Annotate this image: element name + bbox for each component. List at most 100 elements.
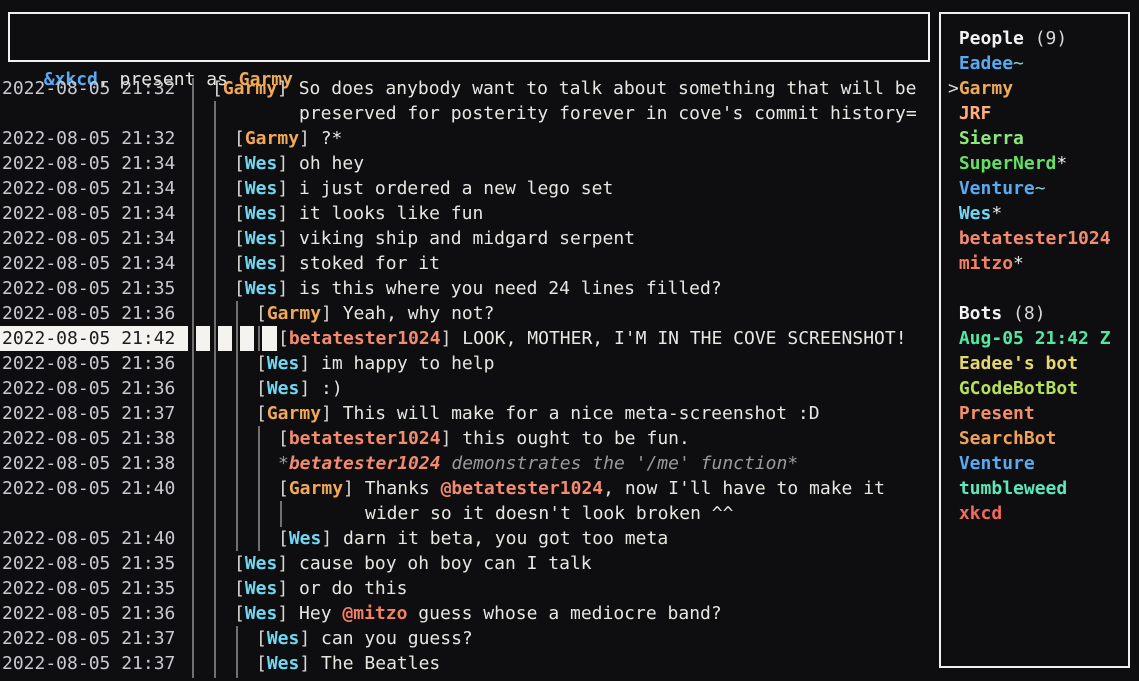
nick[interactable]: Garmy xyxy=(245,128,299,149)
message[interactable]: [Wes] cause boy oh boy can I talk xyxy=(234,551,592,576)
nick[interactable]: Wes xyxy=(245,203,278,224)
nick[interactable]: Garmy xyxy=(289,478,343,499)
message[interactable]: [Wes] i just ordered a new lego set xyxy=(234,176,613,201)
message-timestamp: 2022-08-05 21:32 xyxy=(2,126,175,151)
cove-chat-app: { "header": { "channel": "&xkcd", "text"… xyxy=(0,0,1139,681)
message[interactable]: [Garmy] So does anybody want to talk abo… xyxy=(212,76,916,101)
presence-banner: &xkcd, present as Garmy xyxy=(8,12,930,62)
message[interactable]: [Wes] or do this xyxy=(234,576,407,601)
current-user-marker: > xyxy=(948,78,959,99)
person-list-item[interactable]: JRF xyxy=(948,101,1128,126)
bot-list-item[interactable]: SearchBot xyxy=(948,426,1128,451)
message[interactable]: [Wes] :) xyxy=(256,376,343,401)
message-text: darn it beta, you got too meta xyxy=(343,528,668,549)
message-text: wider so it doesn't look broken ^^ xyxy=(365,503,733,524)
nick[interactable]: Garmy xyxy=(267,303,321,324)
nick[interactable]: betatester1024 xyxy=(289,453,441,474)
nick[interactable]: Wes xyxy=(245,603,278,624)
person-name: Sierra xyxy=(959,128,1024,149)
message-text: this ought to be fun. xyxy=(462,428,690,449)
person-list-item[interactable]: Sierra xyxy=(948,126,1128,151)
nick-bracket: [ xyxy=(256,628,267,649)
nick-bracket: [ xyxy=(278,528,289,549)
message-text: oh hey xyxy=(299,153,364,174)
mention[interactable]: @mitzo xyxy=(342,603,407,624)
nick-bracket: ] xyxy=(299,353,321,374)
bot-list-item[interactable]: GCodeBotBot xyxy=(948,376,1128,401)
message[interactable]: [Garmy] Thanks @betatester1024, now I'll… xyxy=(278,476,885,501)
message[interactable]: [Wes] viking ship and midgard serpent xyxy=(234,226,635,251)
message-timestamp: 2022-08-05 21:37 xyxy=(2,651,175,676)
nick[interactable]: betatester1024 xyxy=(289,428,441,449)
thread-guide-line xyxy=(258,426,260,551)
nick[interactable]: Garmy xyxy=(267,403,321,424)
highlight-block xyxy=(240,326,254,351)
person-name: mitzo xyxy=(959,253,1013,274)
message[interactable]: [betatester1024] this ought to be fun. xyxy=(278,426,690,451)
person-list-item[interactable]: SuperNerd* xyxy=(948,151,1128,176)
message[interactable]: [Wes] it looks like fun xyxy=(234,201,483,226)
message-text: So does anybody want to talk about somet… xyxy=(299,78,917,99)
gutter-line xyxy=(192,78,194,678)
nick[interactable]: Wes xyxy=(245,553,278,574)
message[interactable]: *betatester1024 demonstrates the '/me' f… xyxy=(278,451,798,476)
presence-suffix: * xyxy=(991,203,1002,224)
bots-header: Bots (8) xyxy=(948,301,1128,326)
list-item-prefix xyxy=(948,503,959,524)
message-text: cause boy oh boy can I talk xyxy=(299,553,592,574)
bot-list-item[interactable]: Aug-05 21:42 Z xyxy=(948,326,1128,351)
nick[interactable]: Garmy xyxy=(223,78,277,99)
message-timestamp: 2022-08-05 21:36 xyxy=(2,601,175,626)
message[interactable]: [Wes] is this where you need 24 lines fi… xyxy=(234,276,722,301)
message[interactable]: [Wes] stoked for it xyxy=(234,251,440,276)
message-wrap-line[interactable]: preserved for posterity forever in cove'… xyxy=(299,101,917,126)
nick[interactable]: Wes xyxy=(245,578,278,599)
bot-list-item[interactable]: Eadee's bot xyxy=(948,351,1128,376)
person-list-item[interactable]: Wes* xyxy=(948,201,1128,226)
nick[interactable]: Wes xyxy=(245,253,278,274)
nick[interactable]: betatester1024 xyxy=(289,328,441,349)
nick-bracket: [ xyxy=(234,278,245,299)
message-wrap-line[interactable]: wider so it doesn't look broken ^^ xyxy=(365,501,733,526)
message-timestamp: 2022-08-05 21:40 xyxy=(2,476,175,501)
highlight-block xyxy=(196,326,210,351)
person-name: SuperNerd xyxy=(959,153,1057,174)
message[interactable]: [Garmy] This will make for a nice meta-s… xyxy=(256,401,820,426)
message[interactable]: [Wes] The Beatles xyxy=(256,651,440,676)
message[interactable]: [Wes] can you guess? xyxy=(256,626,473,651)
bot-list-item[interactable]: Present xyxy=(948,401,1128,426)
message[interactable]: [Wes] oh hey xyxy=(234,151,364,176)
nick[interactable]: Wes xyxy=(267,653,300,674)
bot-name: Eadee's bot xyxy=(959,353,1078,374)
nick[interactable]: Wes xyxy=(245,228,278,249)
message-text: Hey xyxy=(299,603,342,624)
nick[interactable]: Wes xyxy=(289,528,322,549)
message-text: demonstrates the '/me' function* xyxy=(441,453,799,474)
message[interactable]: [Garmy] Yeah, why not? xyxy=(256,301,494,326)
nick[interactable]: Wes xyxy=(245,178,278,199)
person-list-item[interactable]: >Garmy xyxy=(948,76,1128,101)
nick[interactable]: Wes xyxy=(267,628,300,649)
message[interactable]: [Wes] im happy to help xyxy=(256,351,494,376)
message[interactable]: [Garmy] ?* xyxy=(234,126,342,151)
nick[interactable]: Wes xyxy=(267,353,300,374)
person-name: Venture xyxy=(959,178,1035,199)
person-list-item[interactable]: Eadee~ xyxy=(948,51,1128,76)
message[interactable]: [betatester1024] LOOK, MOTHER, I'M IN TH… xyxy=(278,326,907,351)
person-list-item[interactable]: mitzo* xyxy=(948,251,1128,276)
bot-list-item[interactable]: Venture xyxy=(948,451,1128,476)
nick[interactable]: Wes xyxy=(245,153,278,174)
nick[interactable]: Wes xyxy=(245,278,278,299)
person-list-item[interactable]: Venture~ xyxy=(948,176,1128,201)
bot-name: xkcd xyxy=(959,503,1002,524)
bot-list-item[interactable]: tumbleweed xyxy=(948,476,1128,501)
mention[interactable]: @betatester1024 xyxy=(441,478,604,499)
message-text: , now I'll have to make it xyxy=(603,478,885,499)
highlight-block xyxy=(262,326,277,351)
message[interactable]: [Wes] darn it beta, you got too meta xyxy=(278,526,668,551)
message-timestamp: 2022-08-05 21:34 xyxy=(2,251,175,276)
message[interactable]: [Wes] Hey @mitzo guess whose a mediocre … xyxy=(234,601,722,626)
nick[interactable]: Wes xyxy=(267,378,300,399)
person-list-item[interactable]: betatester1024 xyxy=(948,226,1128,251)
bot-list-item[interactable]: xkcd xyxy=(948,501,1128,526)
